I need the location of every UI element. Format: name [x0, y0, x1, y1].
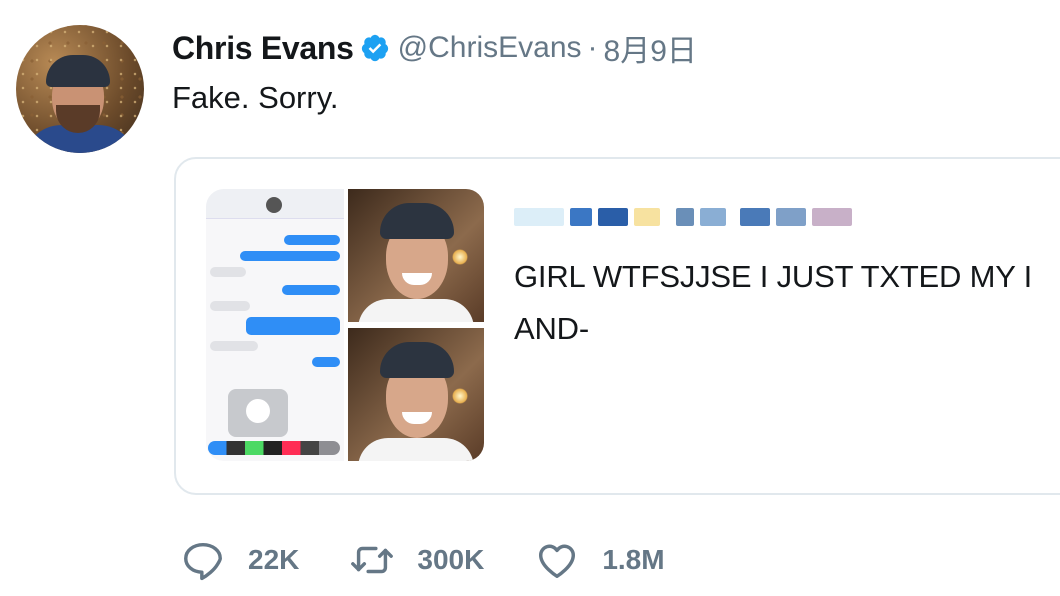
like-count: 1.8M — [602, 544, 665, 575]
lamp — [452, 388, 468, 404]
contact-avatar — [266, 197, 282, 213]
verified-badge-icon — [360, 33, 390, 63]
message-bubble — [210, 267, 246, 277]
selfie-photo — [348, 328, 484, 461]
message-bubble — [210, 301, 250, 311]
separator-dot: · — [587, 31, 598, 64]
message-bubble — [246, 317, 340, 335]
author-handle[interactable]: @ChrisEvans — [398, 31, 582, 65]
message-bubble — [240, 251, 340, 261]
blurred-username — [514, 199, 852, 235]
quoted-tweet-text: GIRL WTFSJJSE I JUST TXTED MY I AND- — [514, 259, 1032, 346]
reply-icon — [184, 542, 222, 581]
selfie-photo — [348, 189, 484, 322]
reply-count: 22K — [248, 544, 300, 575]
lamp — [452, 249, 468, 265]
heart-icon — [539, 544, 576, 579]
avatar[interactable] — [16, 25, 144, 153]
selfie-cap — [380, 203, 454, 239]
retweet-button[interactable]: 300K — [349, 537, 484, 583]
selfie-shirt — [358, 438, 474, 461]
retweet-count: 300K — [417, 544, 485, 575]
selfie-shirt — [358, 299, 474, 322]
selfie-cap — [380, 342, 454, 378]
like-button[interactable]: 1.8M — [534, 537, 665, 583]
author-name[interactable]: Chris Evans — [172, 30, 354, 67]
memoji-face — [246, 399, 270, 423]
tweet-date[interactable]: 8月9日 — [604, 26, 697, 70]
message-bubble — [284, 235, 340, 245]
message-bubble — [312, 357, 340, 367]
tweet-header: Chris Evans @ChrisEvans · 8月9日 — [172, 26, 697, 70]
quoted-media[interactable] — [206, 189, 484, 461]
reply-button[interactable]: 22K — [180, 537, 299, 583]
retweet-icon — [351, 546, 394, 574]
message-bubble — [282, 285, 340, 295]
imessage-screenshot — [206, 189, 344, 461]
quoted-tweet-card[interactable]: GIRL WTFSJJSE I JUST TXTED MY I AND- — [174, 157, 1060, 495]
tweet-text: Fake. Sorry. — [172, 80, 339, 115]
tweet-actions: 22K 300K 1.8M — [180, 536, 715, 584]
app-dock — [208, 441, 340, 455]
message-bubble — [210, 341, 258, 351]
